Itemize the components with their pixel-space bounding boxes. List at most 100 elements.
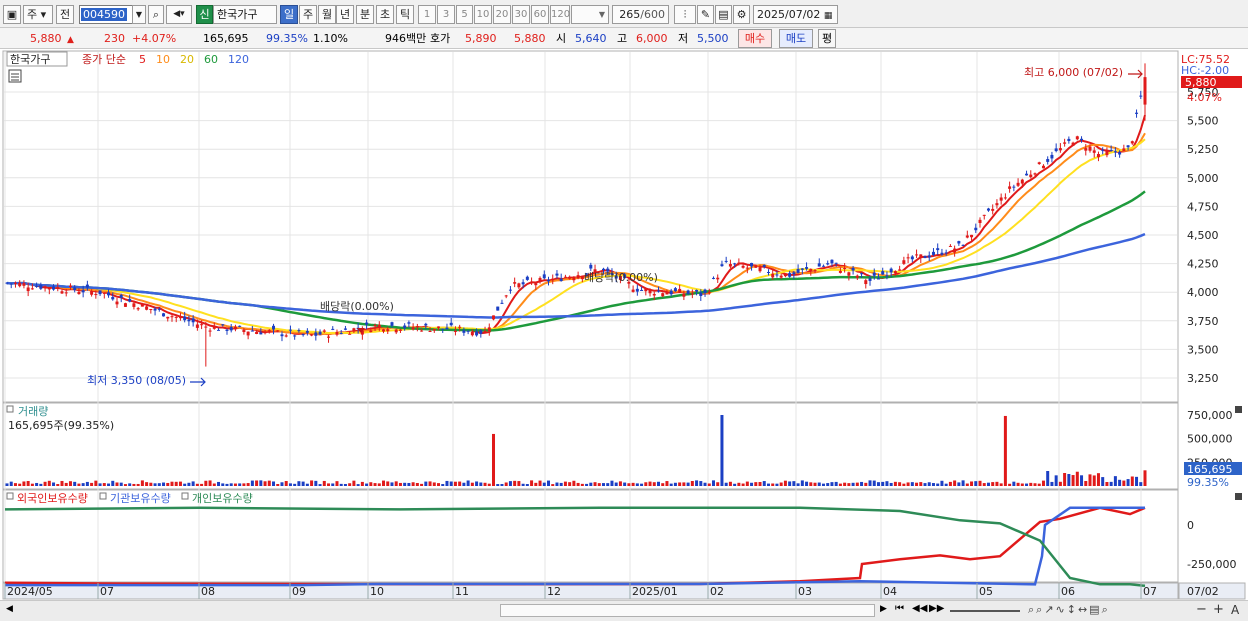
stock-name-field[interactable]: 한국가구 [213,5,277,24]
candle-body [500,302,504,304]
candle-body [991,208,995,211]
sell-button[interactable]: 매도 [779,29,813,48]
interval-button-5[interactable]: 초 [376,5,394,24]
zoom-in-icon[interactable]: + [1213,602,1224,617]
layout-icon[interactable]: ▣ [3,5,21,24]
minute-step-60[interactable]: 60 [531,5,549,24]
volume-bar [1080,475,1084,486]
candle-body [881,271,885,275]
minute-step-20[interactable]: 20 [493,5,511,24]
save-icon[interactable]: ▤ [715,5,732,24]
candle-body [280,334,284,337]
volume-bar [68,481,72,486]
candle-body [458,326,462,328]
candle-body [661,293,665,297]
candle-body [267,330,271,332]
candle-body [728,264,732,267]
interval-button-6[interactable]: 틱 [396,5,414,24]
volume-bar [1003,415,1007,486]
volume-bar [462,482,466,486]
candle-body [200,324,204,326]
stock-chart[interactable]: 5,7505,5005,2505,0004,7504,5004,2504,000… [0,49,1248,600]
candle-body [195,324,199,328]
candle-body [301,334,305,336]
minute-step-120[interactable]: 120 [550,5,570,24]
volume-bar [475,481,479,486]
volume-bar [365,483,369,486]
bid-price-1: 5,890 [465,32,497,45]
volume-bar [1046,471,1050,486]
next-page-icon[interactable]: ▶▶ [929,603,944,614]
volume-bar [1092,475,1096,486]
candle-body [407,322,411,324]
first-page-icon[interactable]: ⏮ [895,603,904,614]
scroll-left-icon[interactable]: ◀ [6,604,13,614]
candle-body [1020,179,1024,184]
indicator-icon[interactable]: ⫶ [674,5,696,24]
candle-body [555,273,559,276]
interval-button-2[interactable]: 월 [318,5,336,24]
chart-type-select[interactable]: ▼ [571,5,609,24]
candle-body [893,271,897,274]
scroll-thumb[interactable] [500,604,875,617]
candle-body [1088,146,1092,151]
code-dropdown-icon[interactable]: ▼ [132,5,146,24]
buy-button[interactable]: 매수 [738,29,772,48]
candle-body [724,260,728,262]
volume-bar [750,482,754,486]
candle-body [644,288,648,292]
count-field[interactable]: 265/600 [612,5,669,24]
x-axis-label: 09 [292,585,306,598]
volume-bar [348,483,352,486]
candle-body [208,330,212,332]
price-tick-label: 3,750 [1187,315,1219,328]
volume-bar [1088,474,1092,486]
scroll-right-icon[interactable]: ▶ [880,604,887,614]
interval-button-0[interactable]: 일 [280,5,298,24]
prev-page-icon[interactable]: ◀◀ [912,603,927,614]
volume-bar [403,482,407,486]
open-price: 5,640 [575,32,607,45]
interval-button-4[interactable]: 분 [356,5,374,24]
volume-bar [428,481,432,486]
minute-step-1[interactable]: 1 [418,5,436,24]
candle-body [1139,95,1143,97]
candle-body [369,330,373,333]
volume-bar [94,480,98,486]
auto-scale-icon[interactable]: A [1231,603,1239,617]
ma-legend-5: 5 [139,53,146,66]
minute-step-30[interactable]: 30 [512,5,530,24]
minute-step-10[interactable]: 10 [474,5,492,24]
candle-body [390,322,394,326]
interval-button-3[interactable]: 년 [336,5,354,24]
drawing-tool-icon[interactable]: ✎ [697,5,714,24]
date-picker[interactable]: 2025/07/02 ▦ [753,5,838,24]
holdings-tick-label: -250,000 [1187,558,1236,571]
holdings-close-icon[interactable] [1235,493,1242,500]
candle-body [263,331,267,334]
sound-icon[interactable]: ◀▾ [166,5,192,24]
zoom-out-icon[interactable]: − [1196,602,1207,617]
volume-close-icon[interactable] [1235,406,1242,413]
volume-bar [860,481,864,486]
scroll-bar[interactable]: ◀ ▶ ⏮ ◀◀ ▶▶ ⌕⌕↗∿↕↔▤⌕ − + A [0,600,1248,621]
interval-button-1[interactable]: 주 [299,5,317,24]
volume-bar [745,481,749,486]
eval-button[interactable]: 평 [818,29,836,48]
minute-step-5[interactable]: 5 [456,5,473,24]
minute-step-3[interactable]: 3 [437,5,455,24]
zoom-slider[interactable] [950,610,1020,612]
volume-bar [98,483,102,486]
chart-tools-icons[interactable]: ⌕⌕↗∿↕↔▤⌕ [1028,603,1110,617]
prev-button[interactable]: 전 [56,5,74,24]
holdings-panel [2,489,1179,583]
candle-body [90,290,94,295]
volume-bar [242,483,246,486]
period-type-select[interactable]: 주 ▾ [23,5,53,24]
volume-bar [1126,479,1130,486]
settings-icon[interactable]: ⚙ [733,5,750,24]
volume-bar [762,481,766,486]
volume-bar [191,481,195,486]
search-icon[interactable]: ⌕ [148,5,164,24]
volume-bar [809,482,813,486]
